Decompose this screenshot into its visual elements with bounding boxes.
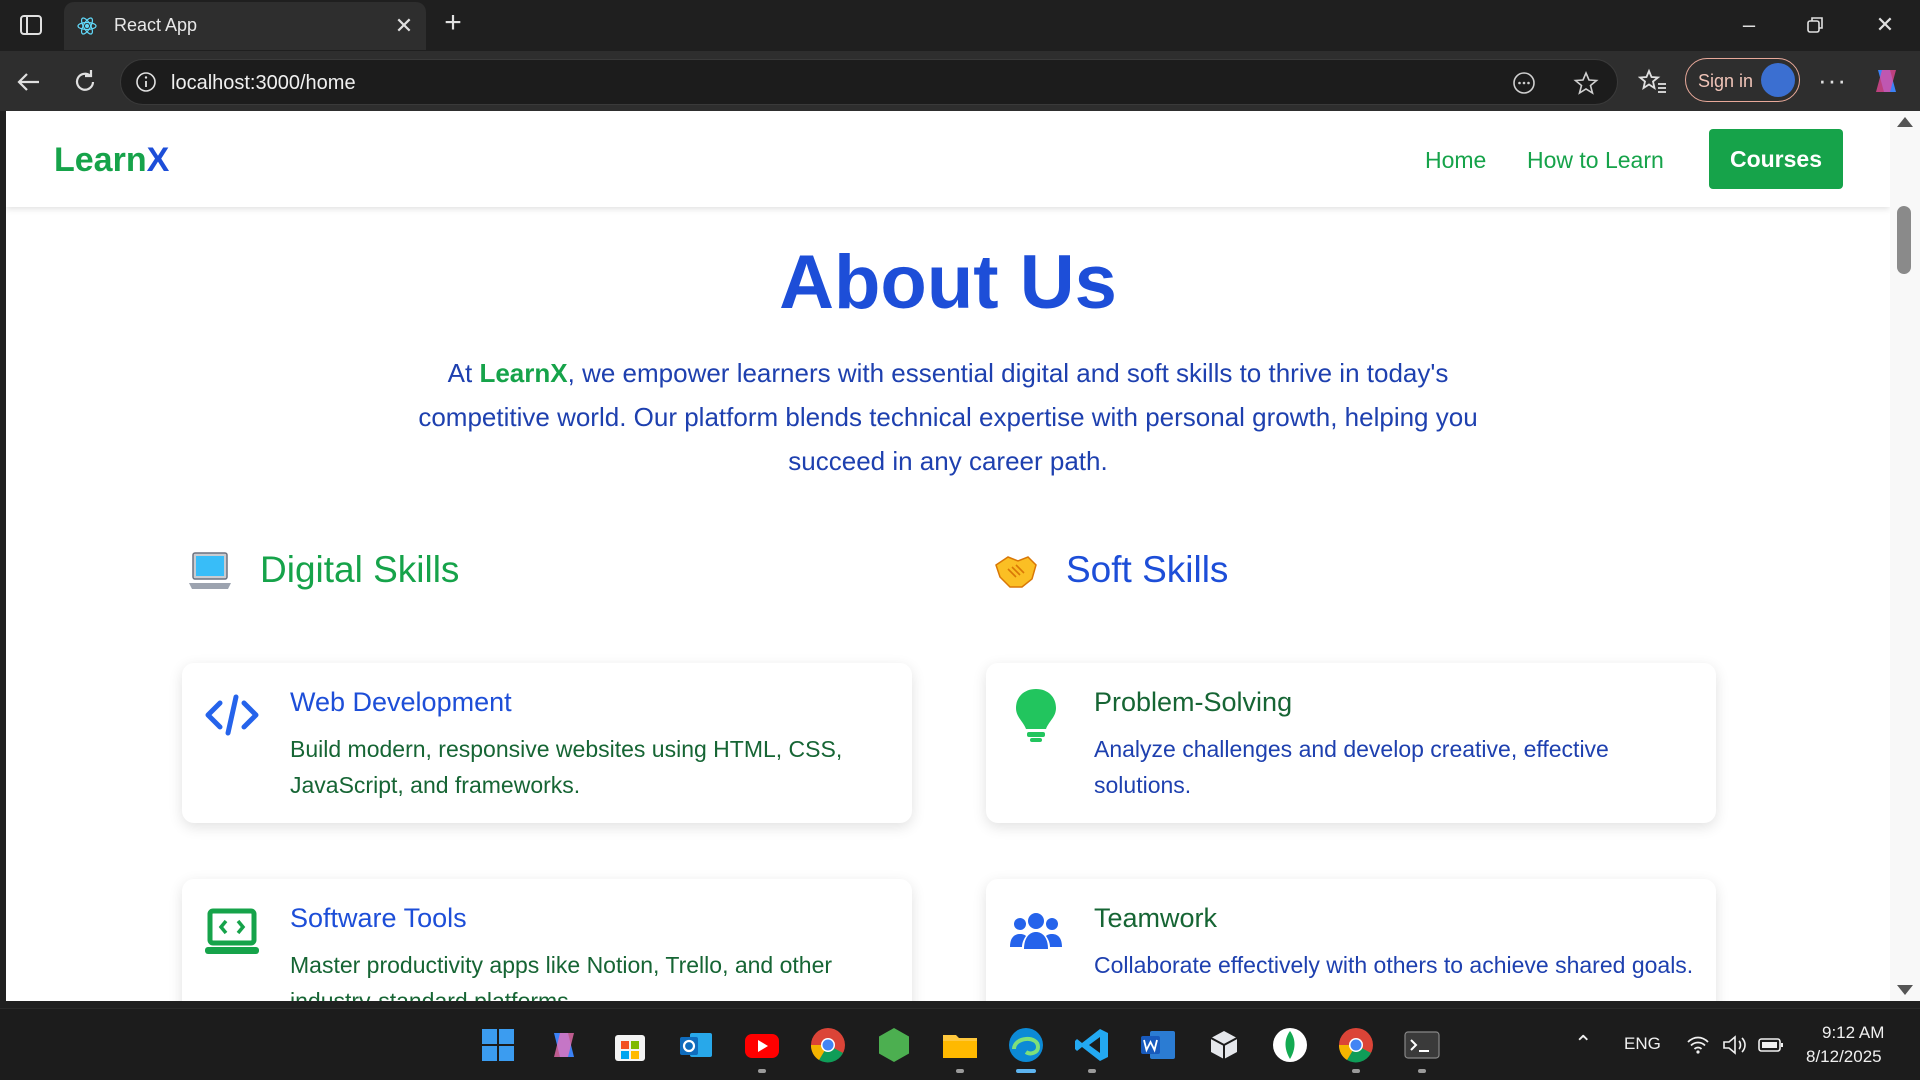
tab-actions-icon[interactable] (18, 12, 44, 38)
nav-how-to-learn-link[interactable]: How to Learn (1527, 147, 1664, 174)
tab-title: React App (114, 15, 198, 35)
soft-skills-label: Soft Skills (1066, 549, 1229, 590)
package-app-icon[interactable] (1204, 1025, 1244, 1065)
microsoft-store-icon[interactable] (610, 1025, 650, 1065)
new-tab-icon[interactable]: + (440, 8, 466, 38)
youtube-icon[interactable] (742, 1025, 782, 1065)
close-tab-icon[interactable]: ✕ (392, 14, 416, 38)
clock-date[interactable]: 8/12/2025 (1806, 1047, 1882, 1067)
start-icon[interactable] (478, 1025, 518, 1065)
back-icon[interactable] (14, 67, 44, 97)
card-description: Master productivity apps like Notion, Tr… (290, 952, 833, 1001)
running-indicator (956, 1069, 964, 1073)
settings-menu-icon[interactable]: ··· (1818, 65, 1847, 96)
site-navbar: LearnX Home How to Learn Courses (6, 111, 1890, 207)
word-icon[interactable] (1138, 1025, 1178, 1065)
laptop-emoji (189, 552, 231, 589)
digital-skills-label: Digital Skills (260, 549, 460, 590)
refresh-icon[interactable] (70, 67, 100, 97)
web-development-card[interactable]: Web Development Build modern, responsive… (182, 663, 912, 823)
about-description: At LearnX, we empower learners with esse… (388, 351, 1508, 483)
scroll-up-icon[interactable] (1897, 117, 1913, 127)
nav-home-link[interactable]: Home (1425, 147, 1486, 174)
language-indicator[interactable]: ENG (1624, 1034, 1661, 1054)
card-title: Software Tools (290, 903, 467, 933)
running-indicator (1418, 1069, 1426, 1073)
more-tools-icon[interactable] (1511, 70, 1537, 96)
browser-tab[interactable]: React App ✕ (64, 2, 426, 50)
vscode-icon[interactable] (1072, 1025, 1112, 1065)
avatar (1761, 63, 1795, 97)
chrome-icon[interactable] (808, 1025, 848, 1065)
about-brand: LearnX (479, 358, 568, 388)
page-viewport: LearnX Home How to Learn Courses About U… (6, 111, 1890, 1001)
edge-icon[interactable] (1006, 1025, 1046, 1065)
running-indicator (1088, 1069, 1096, 1073)
outlook-icon[interactable] (676, 1025, 716, 1065)
chevron-up-icon[interactable]: ⌃ (1574, 1031, 1592, 1057)
battery-icon[interactable] (1758, 1037, 1784, 1053)
mongodb-icon[interactable] (1270, 1025, 1310, 1065)
teamwork-card[interactable]: Teamwork Collaborate effectively with ot… (986, 879, 1716, 1001)
file-explorer-icon[interactable] (940, 1025, 980, 1065)
problem-solving-card[interactable]: Problem-Solving Analyze challenges and d… (986, 663, 1716, 823)
courses-button[interactable]: Courses (1709, 129, 1843, 189)
sign-in-label: Sign in (1698, 71, 1754, 91)
about-text-prefix: At (447, 358, 480, 388)
handshake-emoji (995, 556, 1037, 588)
logo-text: Learn (54, 141, 147, 179)
card-title: Problem-Solving (1094, 687, 1293, 717)
logo-accent: X (146, 141, 170, 179)
sign-in-button[interactable]: Sign in (1685, 58, 1800, 102)
running-indicator (758, 1069, 766, 1073)
site-logo[interactable]: LearnX (54, 141, 169, 180)
copilot-icon[interactable] (1870, 64, 1904, 98)
card-description: Collaborate effectively with others to a… (1094, 952, 1694, 978)
code-icon (205, 694, 259, 736)
minimize-icon[interactable]: – (1736, 12, 1762, 38)
volume-icon[interactable] (1722, 1034, 1748, 1056)
lightbulb-icon (1016, 689, 1056, 742)
card-description: Build modern, responsive websites using … (290, 736, 843, 798)
info-icon[interactable] (135, 71, 157, 93)
laptop-code-icon (205, 908, 259, 954)
browser-toolbar: localhost:3000/home Sign in ··· (0, 51, 1920, 111)
address-bar[interactable]: localhost:3000/home (120, 59, 1618, 105)
wifi-icon[interactable] (1686, 1035, 1710, 1055)
url-text[interactable]: localhost:3000/home (171, 72, 356, 95)
windows-taskbar: ⌃ ENG 9:12 AM 8/12/2025 (0, 1008, 1920, 1080)
react-icon (77, 17, 97, 35)
nodejs-icon[interactable] (874, 1025, 914, 1065)
about-text-suffix: , we empower learners with essential dig… (418, 358, 1478, 476)
terminal-icon[interactable] (1402, 1025, 1442, 1065)
card-description: Analyze challenges and develop creative,… (1094, 736, 1609, 798)
close-window-icon[interactable]: ✕ (1872, 12, 1898, 38)
running-indicator (1352, 1069, 1360, 1073)
chrome-profile-icon[interactable] (1336, 1025, 1376, 1065)
clock-time[interactable]: 9:12 AM (1822, 1023, 1884, 1043)
browser-title-bar: React App ✕ + – ✕ (0, 0, 1920, 51)
favorite-star-icon[interactable] (1573, 70, 1599, 96)
page-title: About Us (779, 240, 1117, 325)
active-indicator (1016, 1069, 1036, 1073)
page-scrollbar[interactable] (1890, 111, 1920, 1001)
card-title: Web Development (290, 687, 512, 717)
scrollbar-thumb[interactable] (1897, 206, 1911, 274)
favorites-icon[interactable] (1638, 67, 1668, 97)
card-title: Teamwork (1094, 903, 1218, 933)
scroll-down-icon[interactable] (1897, 985, 1913, 995)
software-tools-card[interactable]: Software Tools Master productivity apps … (182, 879, 912, 1001)
copilot-app-icon[interactable] (544, 1025, 584, 1065)
users-icon (1010, 913, 1062, 949)
restore-icon[interactable] (1802, 12, 1828, 38)
